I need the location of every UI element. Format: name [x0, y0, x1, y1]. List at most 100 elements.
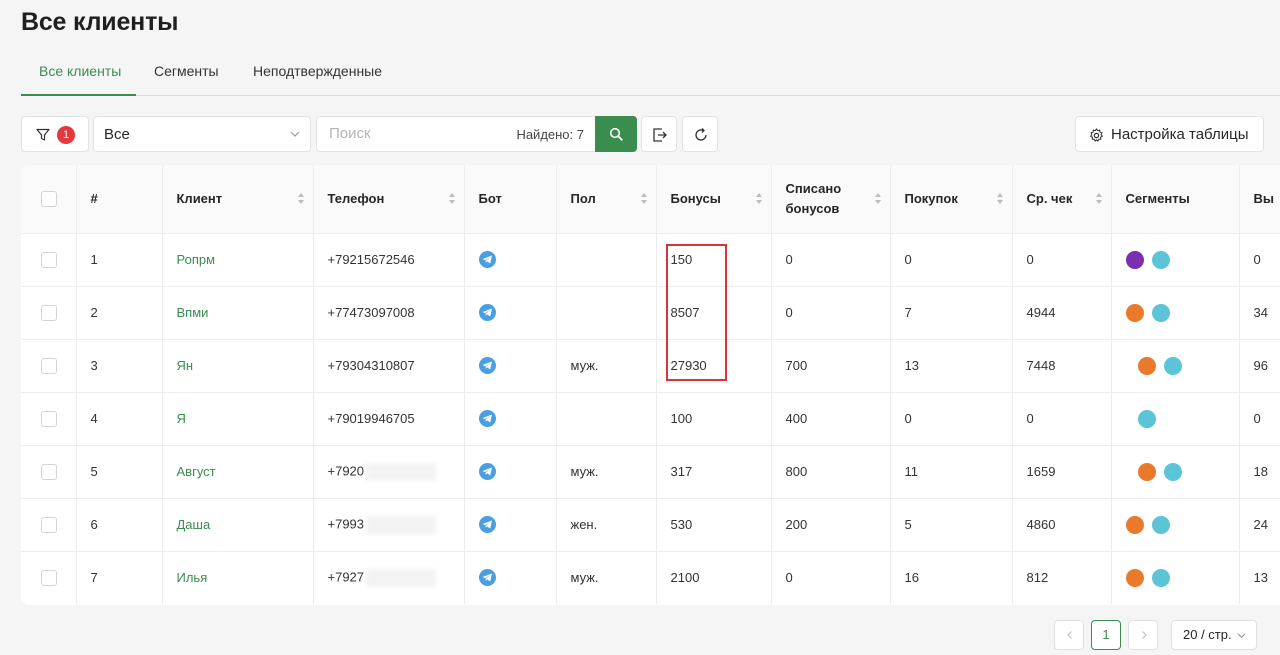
- table-row[interactable]: 5 Август +7920 муж. 317 800 11 1659 18: [21, 445, 1280, 499]
- telegram-icon[interactable]: [478, 516, 496, 534]
- phone-text: +7920: [327, 462, 365, 478]
- telegram-icon[interactable]: [478, 569, 496, 587]
- page-size-select[interactable]: 20 / стр.: [1171, 620, 1257, 650]
- segment-dot[interactable]: [1137, 462, 1156, 481]
- telegram-icon[interactable]: [478, 304, 496, 322]
- cell-client: Август: [162, 445, 314, 499]
- cell-spent-bonuses: 0: [771, 286, 891, 340]
- client-name-link[interactable]: Илья: [177, 570, 208, 585]
- filter-button[interactable]: 1: [21, 116, 89, 152]
- prev-page-button[interactable]: [1054, 620, 1084, 650]
- cell-segments: [1111, 233, 1240, 287]
- col-header-bonuses[interactable]: Бонусы: [656, 165, 772, 234]
- segment-dot[interactable]: [1125, 250, 1144, 269]
- cell-spent-bonuses: 0: [771, 233, 891, 287]
- row-checkbox[interactable]: [41, 357, 57, 374]
- cell-gender: [556, 392, 657, 446]
- cell-number: 3: [76, 339, 163, 393]
- table-row[interactable]: 6 Даша +7993 жен. 530 200 5 4860 24: [21, 498, 1280, 552]
- cell-purchases: 11: [890, 445, 1013, 499]
- client-name-link[interactable]: Август: [177, 464, 216, 479]
- client-name-link[interactable]: Я: [177, 411, 186, 426]
- client-name-link[interactable]: Ропрм: [177, 252, 216, 267]
- sort-icon[interactable]: [874, 193, 882, 205]
- telegram-icon[interactable]: [478, 251, 496, 269]
- cell-segments: [1111, 498, 1240, 552]
- cell-avg-check: 7448: [1012, 339, 1112, 393]
- tab-all-clients[interactable]: Все клиенты: [39, 57, 121, 93]
- sort-icon[interactable]: [755, 193, 763, 205]
- cell-bonuses: 100: [656, 392, 772, 446]
- client-name-link[interactable]: Даша: [177, 517, 211, 532]
- segment-dot[interactable]: [1151, 515, 1170, 534]
- refresh-button[interactable]: [682, 116, 718, 152]
- export-button[interactable]: [641, 116, 677, 152]
- sort-icon[interactable]: [640, 193, 648, 205]
- cell-segments: [1111, 392, 1240, 446]
- tab-unconfirmed[interactable]: Неподтвержденные: [253, 57, 382, 93]
- segment-dot[interactable]: [1163, 462, 1182, 481]
- select-all-checkbox[interactable]: [41, 191, 57, 208]
- segment-dot[interactable]: [1125, 303, 1144, 322]
- next-page-button[interactable]: [1128, 620, 1158, 650]
- cell-purchases: 5: [890, 498, 1013, 552]
- page-1-button[interactable]: 1: [1091, 620, 1121, 650]
- table-row[interactable]: 4 Я +79019946705 100 400 0 0 0: [21, 392, 1280, 446]
- client-name-link[interactable]: Впми: [177, 305, 209, 320]
- row-checkbox[interactable]: [41, 570, 57, 587]
- search-button[interactable]: [595, 116, 637, 152]
- table-row[interactable]: 2 Впми +77473097008 8507 0 7 4944 34: [21, 286, 1280, 340]
- col-header-spent-bonuses[interactable]: Списано бонусов: [771, 165, 891, 234]
- cell-purchases: 7: [890, 286, 1013, 340]
- sort-icon[interactable]: [297, 193, 305, 205]
- client-name-link[interactable]: Ян: [177, 358, 194, 373]
- tab-segments[interactable]: Сегменты: [154, 57, 219, 93]
- cell-spent-bonuses: 400: [771, 392, 891, 446]
- sort-icon[interactable]: [448, 193, 456, 205]
- segment-dot[interactable]: [1125, 568, 1144, 587]
- col-header-avg-check[interactable]: Ср. чек: [1012, 165, 1112, 234]
- search-input[interactable]: [327, 124, 511, 143]
- segment-dot[interactable]: [1137, 409, 1156, 428]
- col-header-gender[interactable]: Пол: [556, 165, 657, 234]
- gear-icon: [1090, 128, 1103, 142]
- phone-redaction: [366, 515, 437, 534]
- segment-dot[interactable]: [1163, 356, 1182, 375]
- row-checkbox[interactable]: [41, 410, 57, 427]
- search-icon: [609, 127, 623, 141]
- telegram-icon[interactable]: [478, 463, 496, 481]
- cell-client: Впми: [162, 286, 314, 340]
- cell-phone: +77473097008: [313, 286, 465, 340]
- cell-spent-bonuses: 700: [771, 339, 891, 393]
- row-checkbox[interactable]: [41, 304, 57, 321]
- cell-phone: +79019946705: [313, 392, 465, 446]
- col-header-purchases[interactable]: Покупок: [890, 165, 1013, 234]
- telegram-icon[interactable]: [478, 357, 496, 375]
- segment-dot[interactable]: [1151, 250, 1170, 269]
- segment-dot[interactable]: [1125, 515, 1144, 534]
- toolbar: 1 Все Найдено: 7 Настройка таб: [21, 116, 1264, 154]
- cell-bonuses: 317: [656, 445, 772, 499]
- row-checkbox[interactable]: [41, 516, 57, 533]
- telegram-icon[interactable]: [478, 410, 496, 428]
- col-header-phone[interactable]: Телефон: [313, 165, 465, 234]
- table-settings-button[interactable]: Настройка таблицы: [1075, 116, 1264, 152]
- table-row[interactable]: 1 Ропрм +79215672546 150 0 0 0 0: [21, 233, 1280, 287]
- cell-avg-check: 4944: [1012, 286, 1112, 340]
- table-row[interactable]: 7 Илья +7927 муж. 2100 0 16 812 13: [21, 551, 1280, 604]
- col-header-number: #: [76, 165, 163, 234]
- select-value: Все: [104, 126, 130, 143]
- sort-icon[interactable]: [1095, 193, 1103, 205]
- segment-dot[interactable]: [1137, 356, 1156, 375]
- client-filter-select[interactable]: Все: [93, 116, 311, 152]
- sort-icon[interactable]: [996, 193, 1004, 205]
- segment-dot[interactable]: [1151, 303, 1170, 322]
- row-checkbox[interactable]: [41, 463, 57, 480]
- row-checkbox[interactable]: [41, 251, 57, 268]
- col-header-client[interactable]: Клиент: [162, 165, 314, 234]
- table-row[interactable]: 3 Ян +79304310807 муж. 27930 700 13 7448 96: [21, 339, 1280, 393]
- row-select-cell: [21, 339, 77, 393]
- segment-dot[interactable]: [1151, 568, 1170, 587]
- cell-phone: +79215672546: [313, 233, 465, 287]
- cell-spent-bonuses: 0: [771, 551, 891, 604]
